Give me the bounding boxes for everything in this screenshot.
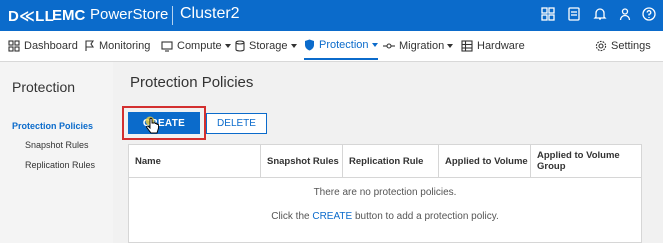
empty-state-message: There are no protection policies. (313, 187, 457, 198)
hint-prefix: Click the (271, 211, 313, 222)
dell-logo: D≪LL (8, 8, 55, 25)
nav-compute-label: Compute (177, 39, 222, 52)
user-icon[interactable] (618, 7, 634, 23)
storage-icon (235, 39, 245, 52)
chevron-down-icon (224, 43, 231, 48)
left-sidebar: Protection Protection Policies Snapshot … (0, 62, 113, 243)
nav-settings-label: Settings (611, 39, 651, 52)
main-content: Protection Policies CREATE DELETE Name S… (113, 62, 663, 243)
cluster-name: Cluster2 (180, 5, 240, 22)
jobs-icon[interactable] (567, 7, 583, 23)
hint-create-link[interactable]: CREATE (312, 211, 352, 222)
nav-monitoring[interactable]: Monitoring (84, 31, 150, 60)
flag-icon (85, 39, 95, 51)
chevron-down-icon (447, 43, 454, 48)
main-nav: Dashboard Monitoring Compute Storage Pro… (0, 31, 663, 62)
sidebar-item-snapshot-rules[interactable]: Snapshot Rules (25, 140, 89, 150)
sidebar-item-replication-rules[interactable]: Replication Rules (25, 160, 95, 170)
column-header-name[interactable]: Name (129, 145, 261, 177)
nav-monitoring-label: Monitoring (99, 39, 151, 52)
compute-icon (161, 40, 173, 52)
nav-settings[interactable]: Settings (595, 31, 651, 60)
migration-icon (383, 42, 395, 49)
sidebar-title: Protection (12, 79, 76, 95)
nav-migration-label: Migration (399, 39, 445, 52)
top-header: D≪LL EMC PowerStore Cluster2 (0, 0, 663, 31)
nav-dashboard-label: Dashboard (24, 39, 78, 52)
nav-protection-label: Protection (319, 38, 369, 51)
create-button[interactable]: CREATE (128, 112, 200, 134)
column-header-snapshot-rules[interactable]: Snapshot Rules (261, 145, 343, 177)
header-divider (172, 6, 173, 25)
nav-protection[interactable]: Protection (304, 31, 378, 60)
sidebar-item-protection-policies[interactable]: Protection Policies (12, 121, 93, 131)
table-header-row: Name Snapshot Rules Replication Rule App… (129, 145, 641, 178)
hand-cursor-icon (145, 116, 159, 134)
nav-migration[interactable]: Migration (383, 31, 454, 60)
grid-icon[interactable] (541, 7, 557, 23)
dashboard-icon (8, 39, 20, 52)
delete-button[interactable]: DELETE (206, 113, 267, 134)
policies-table: Name Snapshot Rules Replication Rule App… (128, 144, 642, 243)
nav-hardware[interactable]: Hardware (461, 31, 525, 60)
chevron-down-icon (371, 42, 378, 47)
nav-hardware-label: Hardware (477, 39, 525, 52)
chevron-down-icon (290, 43, 297, 48)
hint-suffix: button to add a protection policy. (352, 211, 499, 222)
bell-icon[interactable] (593, 7, 609, 23)
shield-icon (305, 39, 314, 50)
gear-icon (595, 40, 607, 51)
nav-storage-label: Storage (249, 39, 288, 52)
column-header-applied-to-volume[interactable]: Applied to Volume (439, 145, 531, 177)
nav-compute[interactable]: Compute (161, 31, 231, 60)
nav-storage[interactable]: Storage (235, 31, 297, 60)
column-header-replication-rule[interactable]: Replication Rule (343, 145, 439, 177)
help-icon[interactable] (642, 7, 658, 23)
hardware-icon (461, 39, 473, 52)
page-title: Protection Policies (130, 74, 254, 91)
product-name: PowerStore (90, 6, 169, 23)
create-button-highlight: CREATE (122, 106, 206, 140)
column-header-applied-to-volume-group[interactable]: Applied to Volume Group (531, 145, 641, 177)
nav-dashboard[interactable]: Dashboard (8, 31, 78, 60)
empty-state-hint: Click the CREATE button to add a protect… (129, 211, 641, 222)
emc-logo: EMC (52, 7, 86, 24)
